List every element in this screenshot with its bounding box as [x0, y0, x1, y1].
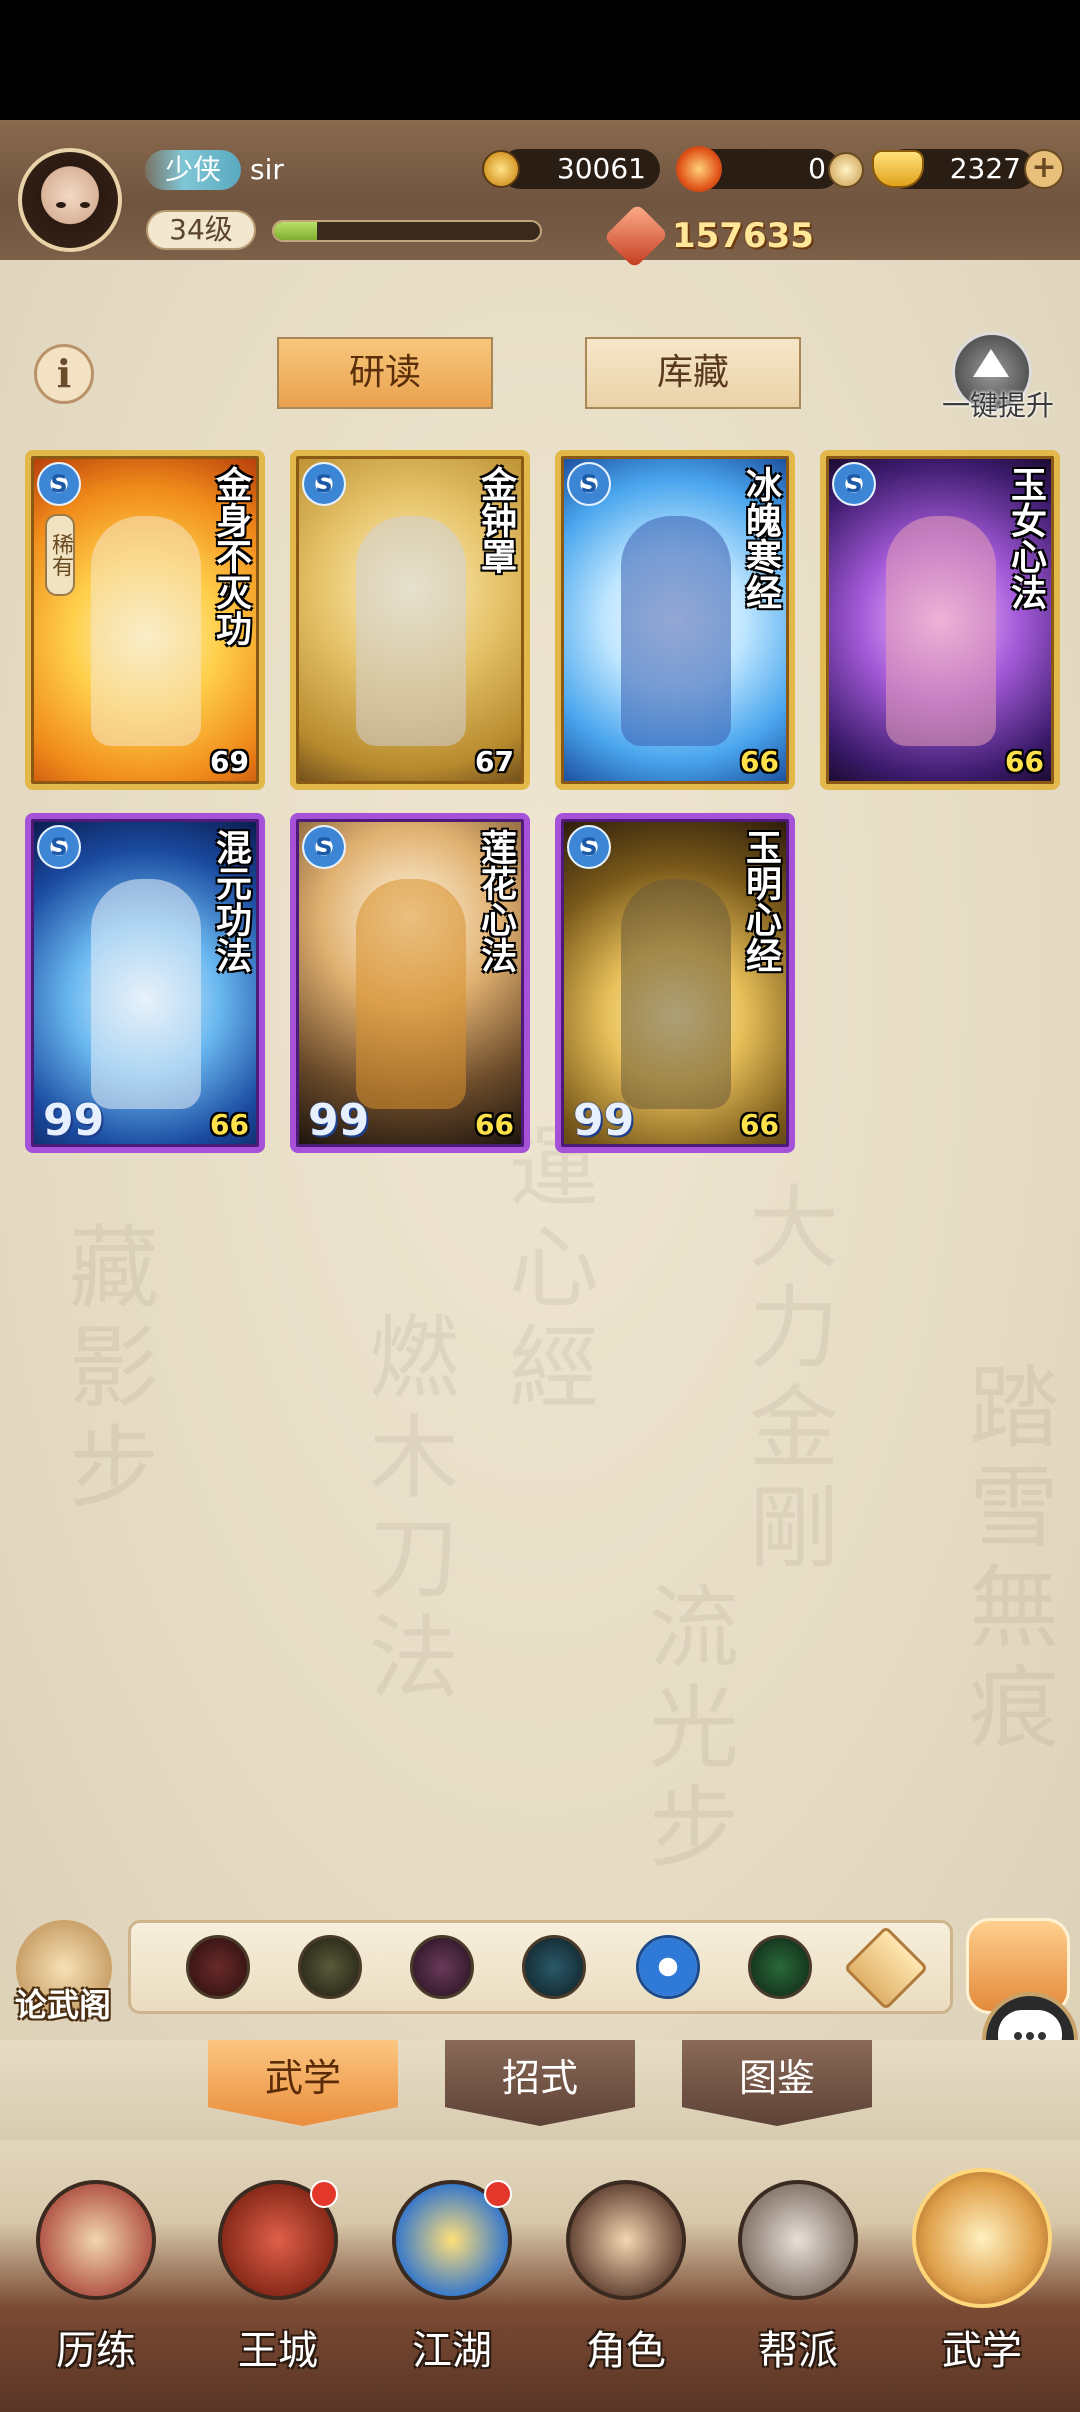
card-type-badge: S — [567, 825, 611, 869]
nav-label: 帮派 — [758, 2328, 838, 2374]
lunwu-pavilion-label[interactable]: 论武阁 — [4, 1980, 122, 2026]
skill-card[interactable]: S 金钟罩 67 — [290, 450, 530, 790]
nav-label: 王城 — [238, 2328, 318, 2374]
skill-card[interactable]: S 稀有 金身不灭功 69 — [25, 450, 265, 790]
card-title: 玉女心法 — [1005, 466, 1047, 610]
plus-icon[interactable]: + — [1024, 149, 1064, 189]
notification-dot — [310, 2180, 338, 2208]
player-level: 34级 — [146, 210, 256, 250]
background-calligraphy: 流光步 — [633, 1580, 738, 1880]
tab-collection[interactable]: 库藏 — [585, 337, 801, 409]
card-type-badge: S — [37, 462, 81, 506]
tab-study[interactable]: 研读 — [277, 337, 493, 409]
card-level: 66 — [210, 1108, 249, 1141]
rare-tag: 稀有 — [45, 514, 75, 596]
card-type-badge: S — [302, 462, 346, 506]
background-calligraphy: 大力金剛 — [733, 1180, 838, 1580]
token-plus-icon[interactable] — [828, 152, 864, 188]
background-calligraphy: 燃木刀法 — [353, 1310, 458, 1710]
gold-ingot-icon — [872, 150, 924, 188]
healing-filter-icon[interactable] — [748, 1935, 812, 1999]
upgrade-arrow-shape — [973, 349, 1009, 377]
nav-item-guild[interactable]: 帮派 — [718, 2180, 878, 2400]
card-title: 金身不灭功 — [210, 466, 252, 646]
card-type-badge: S — [302, 825, 346, 869]
info-icon[interactable]: i — [34, 344, 94, 404]
nav-label: 角色 — [586, 2328, 666, 2374]
avatar-eye — [56, 202, 66, 208]
card-level: 67 — [475, 745, 514, 778]
background-calligraphy: 運心經 — [493, 1120, 598, 1420]
card-title: 冰魄寒经 — [740, 466, 782, 610]
one-key-upgrade-label[interactable]: 一键提升 — [928, 384, 1068, 424]
dagger-filter-icon[interactable] — [298, 1935, 362, 1999]
skill-card[interactable]: S 冰魄寒经 66 — [555, 450, 795, 790]
card-title: 混元功法 — [210, 829, 252, 973]
status-bar — [0, 0, 1080, 120]
card-type-badge: S — [832, 462, 876, 506]
combat-power: 157635 — [672, 216, 814, 256]
nav-item-training[interactable]: 历练 — [16, 2180, 176, 2400]
taiji-filter-icon[interactable] — [636, 1935, 700, 1999]
guild-icon — [738, 2180, 858, 2300]
player-avatar[interactable] — [18, 148, 122, 252]
card-type-badge: S — [567, 462, 611, 506]
nav-label: 历练 — [56, 2328, 136, 2374]
nav-item-jianghu[interactable]: 江湖 — [372, 2180, 532, 2400]
fist-filter-icon[interactable] — [410, 1935, 474, 1999]
chat-dot — [1026, 2032, 1034, 2040]
skill-card[interactable]: S 莲花心法 99 66 — [290, 813, 530, 1153]
card-character-art — [621, 516, 731, 746]
card-bottom-mark: 99 — [43, 1095, 105, 1146]
nav-item-martial-arts[interactable]: 武学 — [902, 2168, 1062, 2388]
flame-token-icon — [676, 146, 722, 192]
chat-dot — [1014, 2032, 1022, 2040]
training-icon — [36, 2180, 156, 2300]
player-rank-badge: 少侠 — [145, 150, 241, 190]
notification-dot — [484, 2180, 512, 2208]
exp-bar — [272, 220, 542, 242]
nav-item-character[interactable]: 角色 — [546, 2180, 706, 2400]
card-character-art — [91, 516, 201, 746]
card-level: 69 — [210, 745, 249, 778]
martial-arts-scroll-icon — [912, 2168, 1052, 2308]
card-character-art — [621, 879, 731, 1109]
copper-coin-icon — [482, 150, 520, 188]
palm-filter-icon[interactable] — [522, 1935, 586, 1999]
background-calligraphy: 藏影步 — [53, 1220, 158, 1520]
card-character-art — [886, 516, 996, 746]
avatar-eye — [80, 202, 90, 208]
card-level: 66 — [740, 745, 779, 778]
nav-label: 江湖 — [412, 2328, 492, 2374]
coins-value: 30061 — [500, 149, 660, 189]
character-icon — [566, 2180, 686, 2300]
exp-bar-fill — [274, 222, 317, 240]
card-bottom-mark: 99 — [573, 1095, 635, 1146]
skill-card[interactable]: S 混元功法 99 66 — [25, 813, 265, 1153]
sword-filter-icon[interactable] — [186, 1935, 250, 1999]
card-character-art — [356, 879, 466, 1109]
card-title: 玉明心经 — [740, 829, 782, 973]
card-bottom-mark: 99 — [308, 1095, 370, 1146]
chat-dot — [1038, 2032, 1046, 2040]
card-character-art — [356, 516, 466, 746]
card-type-badge: S — [37, 825, 81, 869]
card-title: 莲花心法 — [475, 829, 517, 973]
card-title: 金钟罩 — [475, 466, 517, 574]
card-level: 66 — [1005, 745, 1044, 778]
player-name: sir — [250, 153, 284, 186]
card-character-art — [91, 879, 201, 1109]
nav-label: 武学 — [942, 2328, 1022, 2374]
card-level: 66 — [475, 1108, 514, 1141]
skill-card[interactable]: S 玉女心法 66 — [820, 450, 1060, 790]
skill-card[interactable]: S 玉明心经 99 66 — [555, 813, 795, 1153]
nav-item-royal-city[interactable]: 王城 — [198, 2180, 358, 2400]
background-calligraphy: 踏雪無痕 — [953, 1360, 1058, 1760]
card-level: 66 — [740, 1108, 779, 1141]
